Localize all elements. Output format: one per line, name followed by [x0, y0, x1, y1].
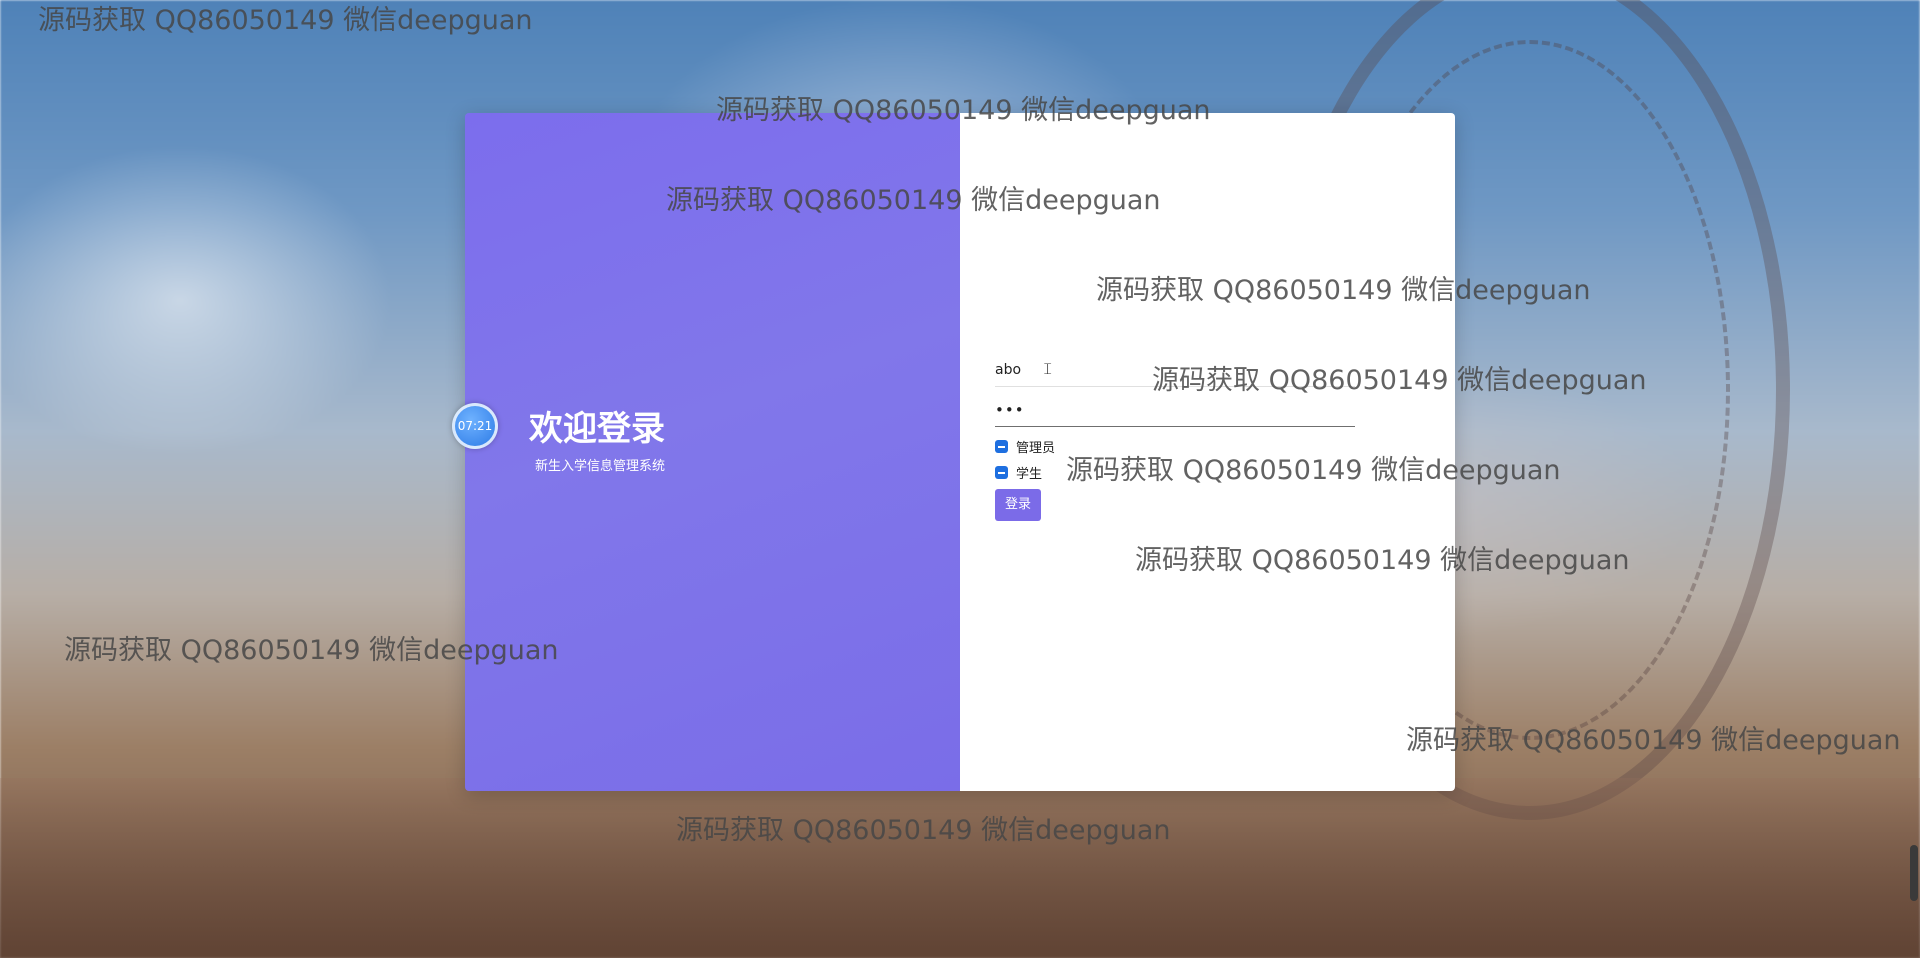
admin-label: 管理员 [1016, 440, 1056, 456]
system-subtitle: 新生入学信息管理系统 [534, 459, 665, 474]
admin-checkbox[interactable] [995, 439, 1008, 453]
city-skyline-decoration [0, 778, 1920, 958]
role-option-admin[interactable]: 管理员 [995, 435, 1355, 457]
username-field-wrapper: 𝙸 [995, 353, 1355, 391]
welcome-panel: 欢迎登录 新生入学信息管理系统 [465, 113, 960, 791]
role-option-student[interactable]: 学生 [995, 461, 1355, 483]
login-button[interactable]: 登录 [995, 489, 1042, 521]
login-form: 𝙸 管理员 学生 登录 [995, 353, 1355, 521]
password-input[interactable] [995, 393, 1355, 427]
password-field-wrapper [995, 393, 1355, 431]
login-card: 欢迎登录 新生入学信息管理系统 𝙸 管理员 学生 登录 [465, 113, 1455, 791]
welcome-title: 欢迎登录 [529, 409, 665, 449]
student-checkbox[interactable] [995, 465, 1008, 479]
clock-badge: 07:21 [452, 403, 498, 449]
student-label: 学生 [1016, 466, 1043, 482]
text-cursor-icon: 𝙸 [1042, 359, 1054, 378]
scrollbar-thumb[interactable] [1910, 845, 1918, 901]
